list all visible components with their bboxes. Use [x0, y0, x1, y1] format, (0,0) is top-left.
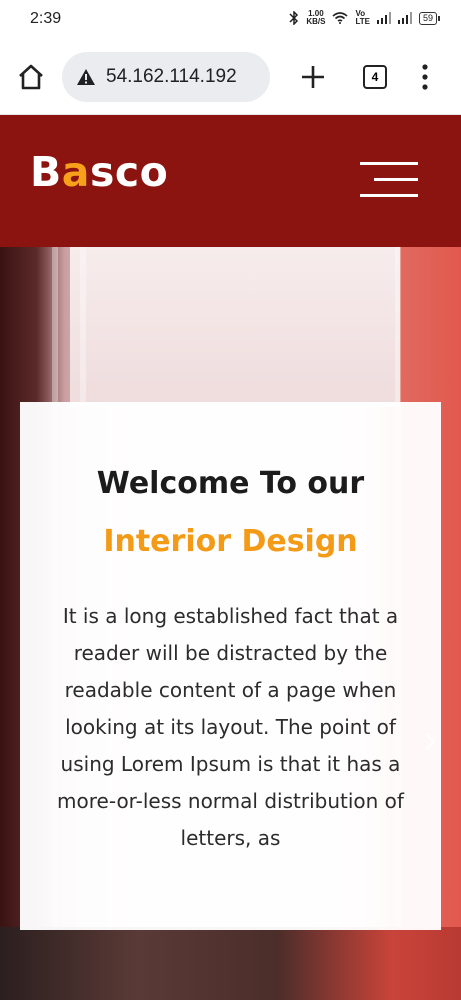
welcome-body: It is a long established fact that a rea… — [57, 604, 404, 850]
status-icons: 1.00 KB/S Vo LTE 59 — [289, 10, 441, 26]
battery-indicator: 59 — [418, 11, 441, 25]
url-text: 54.162.114.192 — [106, 66, 237, 87]
signal-icon — [376, 12, 391, 24]
net-speed-unit: KB/S — [306, 17, 326, 26]
more-vert-icon[interactable] — [418, 63, 432, 91]
hero-floor — [0, 927, 461, 1000]
hamburger-menu-icon[interactable] — [360, 160, 418, 200]
status-bar: 2:39 1.00 KB/S Vo LTE 59 — [0, 0, 461, 40]
signal-icon — [397, 12, 412, 24]
address-bar[interactable]: 54.162.114.192 — [62, 52, 270, 102]
volte-bottom: LTE — [355, 17, 370, 26]
browser-toolbar: 54.162.114.192 4 — [0, 40, 461, 115]
network-speed: 1.00 KB/S — [306, 10, 325, 26]
chevron-right-icon[interactable] — [424, 732, 436, 752]
plus-icon[interactable] — [300, 64, 326, 90]
site-logo[interactable]: Basco — [30, 148, 168, 196]
logo-accent: a — [61, 148, 90, 196]
welcome-heading: Welcome To our — [96, 466, 365, 501]
welcome-subheading: Interior Design — [103, 524, 358, 559]
logo-prefix: B — [30, 148, 62, 196]
logo-suffix: sco — [89, 148, 169, 196]
hero-ceiling — [70, 247, 400, 407]
welcome-card: Welcome To our Interior Design It is a l… — [20, 402, 441, 930]
tab-switcher-button[interactable]: 4 — [363, 65, 387, 89]
warning-icon — [77, 69, 95, 85]
home-icon[interactable] — [16, 62, 46, 92]
bluetooth-icon — [289, 11, 299, 25]
status-time: 2:39 — [30, 10, 62, 27]
volte-indicator: Vo LTE — [355, 10, 370, 26]
wifi-icon — [332, 12, 348, 24]
